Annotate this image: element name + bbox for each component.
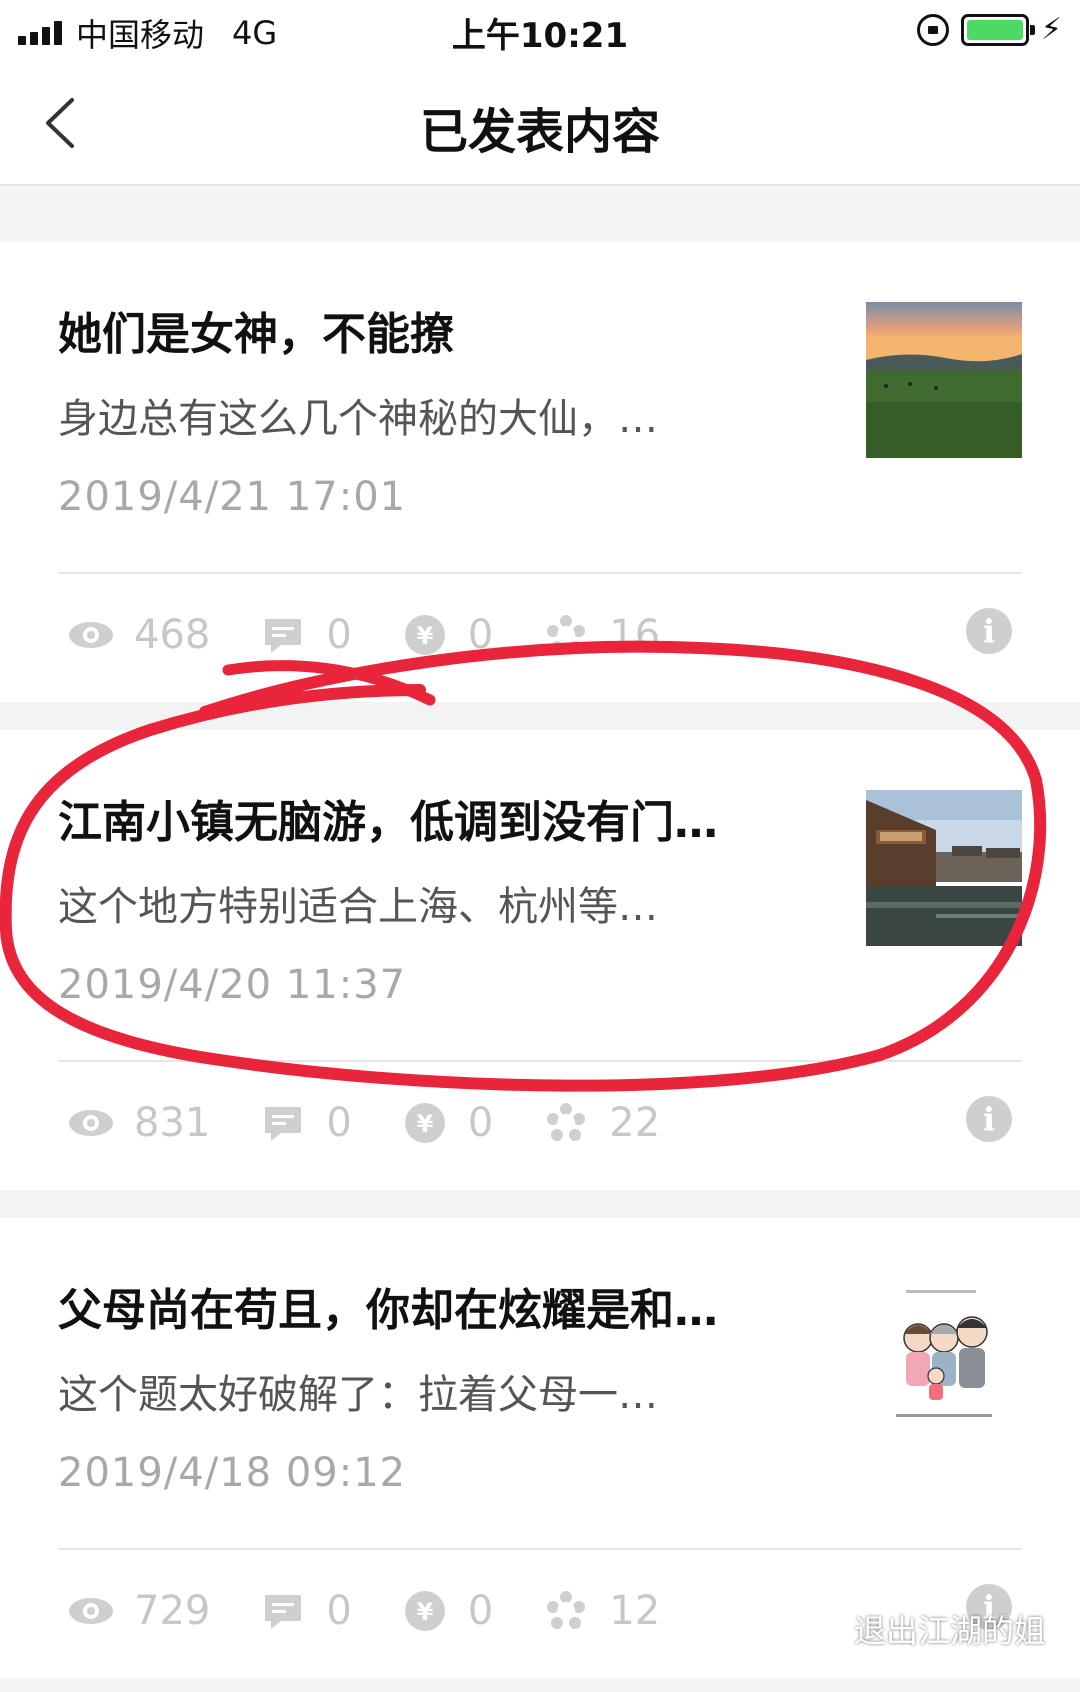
comment-icon <box>260 1588 306 1634</box>
views-count: 729 <box>134 1588 211 1634</box>
svg-text:¥: ¥ <box>416 622 433 650</box>
comments-stat: 0 <box>260 612 352 658</box>
article-date: 2019/4/21 17:01 <box>58 474 407 520</box>
share-icon <box>543 612 589 658</box>
shares-stat: 16 <box>543 612 660 658</box>
page-title: 已发表内容 <box>419 104 660 160</box>
watermark: 退出江湖的姐 <box>804 1606 1046 1652</box>
rewards-stat: ¥ 0 <box>402 1588 493 1634</box>
article-date: 2019/4/18 09:12 <box>58 1450 407 1496</box>
eye-icon <box>68 1588 114 1634</box>
comments-count: 0 <box>326 612 352 658</box>
charging-icon: ⚡ <box>1040 12 1062 47</box>
article-stats: 729 0 ¥ 0 12 <box>68 1588 710 1634</box>
views-stat: 831 <box>68 1100 210 1146</box>
comments-count: 0 <box>326 1100 352 1146</box>
family-cartoon-image <box>866 1278 1022 1434</box>
divider <box>58 572 1022 574</box>
article-summary: 这个地方特别适合上海、杭州等… <box>58 884 658 930</box>
divider <box>58 1060 1022 1062</box>
article-thumbnail[interactable] <box>866 1278 1022 1434</box>
article-list: 她们是女神，不能撩 身边总有这么几个神秘的大仙，… 2019/4/21 17:0… <box>0 186 1080 1678</box>
article-title[interactable]: 江南小镇无脑游，低调到没有门… <box>58 786 818 850</box>
divider <box>58 1548 1022 1550</box>
shares-count: 12 <box>609 1588 661 1634</box>
rewards-count: 0 <box>467 612 494 658</box>
shares-count: 22 <box>609 1100 661 1146</box>
comments-stat: 0 <box>260 1588 352 1634</box>
info-icon[interactable]: i <box>966 1096 1012 1142</box>
status-bar: 中国移动 4G 上午10:21 ⚡ <box>0 0 1080 62</box>
article-title[interactable]: 父母尚在苟且，你却在炫耀是和… <box>58 1274 818 1338</box>
comments-count: 0 <box>326 1588 352 1634</box>
views-stat: 468 <box>68 612 210 658</box>
article-card[interactable]: 她们是女神，不能撩 身边总有这么几个神秘的大仙，… 2019/4/21 17:0… <box>0 242 1080 702</box>
views-count: 468 <box>134 612 211 658</box>
comments-stat: 0 <box>260 1100 352 1146</box>
rewards-count: 0 <box>467 1588 494 1634</box>
yen-icon: ¥ <box>402 1588 448 1634</box>
views-count: 831 <box>134 1100 211 1146</box>
svg-text:¥: ¥ <box>416 1598 433 1626</box>
yen-icon: ¥ <box>402 612 448 658</box>
yen-icon: ¥ <box>402 1100 448 1146</box>
article-title[interactable]: 她们是女神，不能撩 <box>58 298 818 362</box>
shares-stat: 12 <box>543 1588 660 1634</box>
rewards-stat: ¥ 0 <box>402 612 493 658</box>
article-date: 2019/4/20 11:37 <box>58 962 407 1008</box>
nav-bar: 已发表内容 <box>0 62 1080 186</box>
article-stats: 831 0 ¥ 0 22 <box>68 1100 710 1146</box>
comment-icon <box>260 1100 306 1146</box>
info-icon[interactable]: i <box>966 608 1012 654</box>
rewards-stat: ¥ 0 <box>402 1100 493 1146</box>
views-stat: 729 <box>68 1588 210 1634</box>
article-card[interactable]: 江南小镇无脑游，低调到没有门… 这个地方特别适合上海、杭州等… 2019/4/2… <box>0 730 1080 1190</box>
battery-icon <box>960 13 1035 46</box>
article-thumbnail[interactable] <box>866 790 1022 946</box>
water-town-image <box>866 790 1022 946</box>
shares-stat: 22 <box>543 1100 660 1146</box>
comment-icon <box>260 612 306 658</box>
rewards-count: 0 <box>467 1100 494 1146</box>
rotation-lock-icon <box>916 13 949 46</box>
article-thumbnail[interactable] <box>866 302 1022 458</box>
svg-text:¥: ¥ <box>416 1110 433 1138</box>
article-summary: 身边总有这么几个神秘的大仙，… <box>58 396 658 442</box>
share-icon <box>543 1588 589 1634</box>
article-summary: 这个题太好破解了：拉着父母一… <box>58 1372 658 1418</box>
status-right: ⚡ <box>916 12 1062 47</box>
watermark-text: 退出江湖的姐 <box>853 1612 1046 1650</box>
wechat-icon <box>805 1612 843 1645</box>
shares-count: 16 <box>609 612 661 658</box>
sunset-grassland-image <box>866 302 1022 458</box>
eye-icon <box>68 612 114 658</box>
article-stats: 468 0 ¥ 0 16 <box>68 612 710 658</box>
share-icon <box>543 1100 589 1146</box>
eye-icon <box>68 1100 114 1146</box>
